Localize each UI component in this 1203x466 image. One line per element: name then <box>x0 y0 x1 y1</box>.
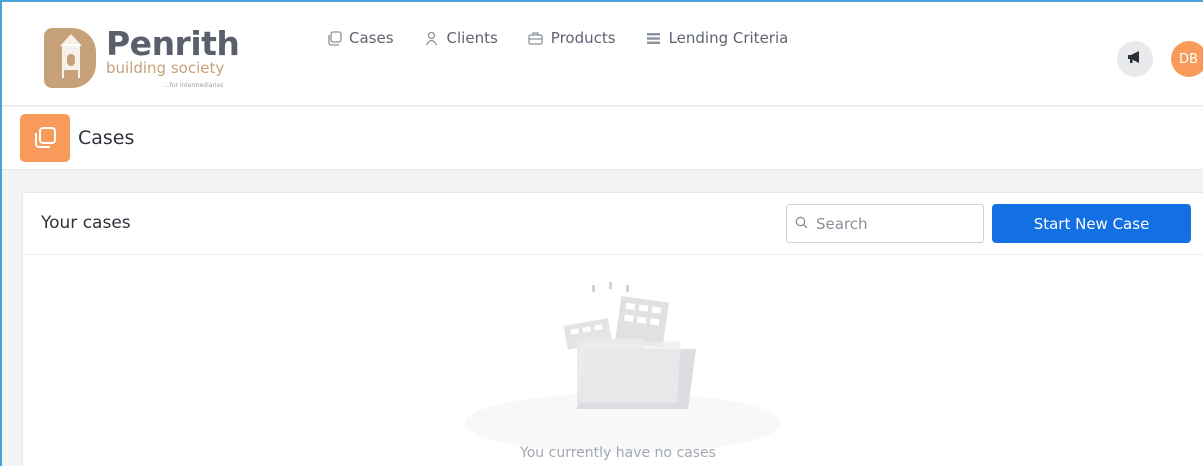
nav-item-clients[interactable]: Clients <box>424 29 498 47</box>
building-logo-icon <box>44 28 96 88</box>
list-icon <box>646 30 662 46</box>
brand-subtitle: building society <box>106 59 225 77</box>
nav-item-cases[interactable]: Cases <box>326 29 394 47</box>
brand-logo[interactable]: Penrith building society ...for intermed… <box>44 24 244 94</box>
nav-item-label: Lending Criteria <box>668 29 789 47</box>
announcements-button[interactable] <box>1117 41 1153 77</box>
brand-tagline: ...for intermediaries <box>164 82 224 89</box>
cases-icon <box>20 114 70 162</box>
nav-item-label: Cases <box>349 29 394 47</box>
nav-item-label: Clients <box>446 29 498 47</box>
search-icon <box>795 214 808 233</box>
megaphone-icon <box>1126 49 1144 69</box>
search-field[interactable] <box>786 204 984 243</box>
cases-icon <box>326 30 342 46</box>
main-nav: Cases Clients Products Lending Criteria <box>326 29 788 47</box>
cases-panel-title: Your cases <box>41 213 131 233</box>
nav-item-lending-criteria[interactable]: Lending Criteria <box>646 29 789 47</box>
page-header: Cases <box>2 107 1203 170</box>
cases-panel: Your cases Start New Case <box>22 192 1203 466</box>
empty-state-message: You currently have no cases <box>520 445 716 461</box>
empty-folder-illustration <box>465 282 781 453</box>
user-avatar[interactable]: DB <box>1171 41 1203 77</box>
start-new-case-button[interactable]: Start New Case <box>992 204 1191 243</box>
page-title: Cases <box>78 127 135 149</box>
top-navigation-bar: Penrith building society ...for intermed… <box>2 2 1203 106</box>
nav-item-label: Products <box>550 29 616 47</box>
nav-item-products[interactable]: Products <box>528 29 616 47</box>
search-input[interactable] <box>816 214 976 233</box>
brand-name: Penrith <box>106 24 240 63</box>
person-icon <box>424 30 440 46</box>
cases-panel-header: Your cases Start New Case <box>23 193 1203 255</box>
briefcase-icon <box>528 30 544 46</box>
app-window: Penrith building society ...for intermed… <box>0 0 1203 466</box>
